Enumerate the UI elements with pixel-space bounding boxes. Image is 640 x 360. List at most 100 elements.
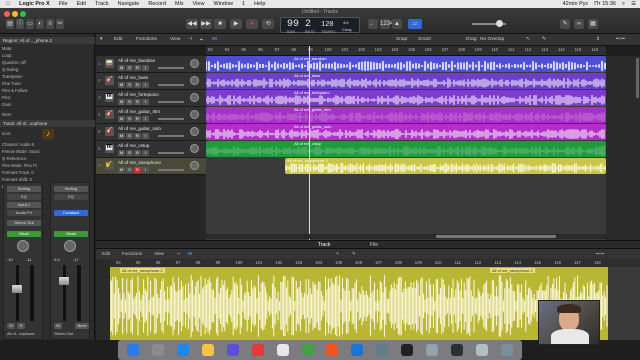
browser-icon[interactable]: ▦: [588, 19, 598, 29]
region-param[interactable]: Gain:: [2, 102, 12, 107]
mute-button[interactable]: M: [118, 150, 125, 156]
pan-knob[interactable]: [64, 240, 76, 252]
empty-arrange-area[interactable]: [206, 175, 606, 240]
region-param[interactable]: Flex:: [2, 95, 11, 100]
menu-list-icon[interactable]: ☰: [631, 1, 636, 7]
solo-button[interactable]: S: [126, 167, 133, 173]
solo-button[interactable]: S: [126, 99, 133, 105]
track-icon[interactable]: 🎷: [105, 161, 114, 170]
audio-region[interactable]: All of me_saxophone.2: [285, 158, 606, 174]
vertical-scroll-area[interactable]: [606, 56, 640, 240]
track-pan-knob[interactable]: [190, 59, 199, 68]
menu-help[interactable]: Help: [254, 1, 265, 7]
input-button[interactable]: Input 1: [7, 202, 41, 208]
cpu-meter[interactable]: ⎍⎍: [408, 19, 422, 29]
finder-icon[interactable]: [127, 344, 140, 356]
playhead[interactable]: [309, 46, 310, 240]
system-preferences-icon[interactable]: [376, 344, 389, 356]
editor-catch-icon[interactable]: ⊣: [176, 251, 180, 257]
record-button[interactable]: ●: [246, 19, 258, 29]
solo-button[interactable]: S: [126, 65, 133, 71]
track-name[interactable]: All of me_bass: [118, 75, 148, 80]
solo-button[interactable]: S: [126, 82, 133, 88]
audio-region[interactable]: All of me_bass: [206, 73, 606, 89]
strip-solo-button[interactable]: S: [17, 323, 25, 329]
horizontal-scrollbar[interactable]: [436, 235, 556, 238]
trash-icon[interactable]: [500, 344, 513, 356]
waveform-zoom-icon[interactable]: ⇕: [596, 37, 600, 42]
track-icon[interactable]: 🎹: [105, 144, 114, 153]
strip-mute-button[interactable]: M: [7, 323, 15, 329]
menu-1[interactable]: 1: [242, 1, 245, 7]
tuner-icon[interactable]: ♩: [368, 19, 378, 29]
mute-button[interactable]: M: [118, 82, 125, 88]
mute-button[interactable]: M: [118, 167, 125, 173]
volume-fader[interactable]: [12, 285, 22, 293]
timeline-ruler[interactable]: 93 94 95 96 97 98 99 100 101 102 103 104 105 106 107 10…: [206, 46, 606, 56]
region-param[interactable]: Quantize: off: [2, 60, 26, 65]
editor-region-label[interactable]: All of me_saxophone.2: [490, 268, 535, 273]
region-param[interactable]: Fine Tune:: [2, 81, 22, 86]
track-volume-slider[interactable]: [158, 135, 184, 137]
track-volume-slider[interactable]: [158, 101, 184, 103]
logic-pro-icon[interactable]: [401, 344, 414, 356]
solo-button[interactable]: S: [126, 150, 133, 156]
saxophone-icon[interactable]: ♪: [42, 129, 54, 139]
app-store-icon[interactable]: [351, 344, 364, 356]
input-monitor-button[interactable]: I: [142, 99, 149, 105]
metronome-icon[interactable]: ▲: [392, 19, 402, 29]
audio-fx-slot[interactable]: Audio FX: [7, 210, 41, 216]
preview-icon[interactable]: [425, 344, 438, 356]
editor-pointer-tool-icon[interactable]: ↖: [336, 251, 340, 257]
play-button[interactable]: ▶: [230, 19, 242, 29]
setting-button[interactable]: Setting: [54, 186, 88, 192]
eq-button[interactable]: EQ: [54, 194, 88, 200]
messages-icon[interactable]: [301, 344, 314, 356]
track-header[interactable]: 6 🎹 All of me_vstup M S R I: [96, 141, 206, 158]
record-enable-button[interactable]: R: [134, 82, 141, 88]
track-name[interactable]: All of me_saxophone: [118, 160, 161, 165]
master-volume-knob[interactable]: [496, 20, 503, 27]
terminal-icon[interactable]: [450, 344, 463, 356]
disclosure-icon[interactable]: ▾: [100, 37, 102, 42]
flex-icon[interactable]: ⋈: [212, 37, 217, 42]
eq-button[interactable]: EQ: [7, 194, 41, 200]
catch-icon[interactable]: ⊣: [188, 37, 192, 42]
apple-menu-icon[interactable]: : [6, 1, 10, 7]
solo-button[interactable]: S: [126, 116, 133, 122]
track-name[interactable]: All of me_guitar_solo: [118, 126, 161, 131]
input-monitor-button[interactable]: I: [142, 167, 149, 173]
notepad-icon[interactable]: ✎: [560, 19, 570, 29]
volume-fader[interactable]: [59, 277, 69, 285]
launchpad-icon[interactable]: [152, 344, 165, 356]
region-param[interactable]: Transpose:: [2, 74, 23, 79]
vertical-scrollbar[interactable]: [636, 58, 639, 98]
input-monitor-button[interactable]: I: [142, 116, 149, 122]
library-icon[interactable]: ▤: [6, 19, 14, 29]
constant-button[interactable]: Constant: [54, 210, 88, 216]
editor-ruler[interactable]: 94 95 96 97 98 99 100 101 102 103 104 105 106 107 108 1…: [110, 259, 640, 267]
input-monitor-button[interactable]: I: [142, 133, 149, 139]
record-enable-button[interactable]: R: [134, 133, 141, 139]
track-pan-knob[interactable]: [190, 110, 199, 119]
editor-flex-icon[interactable]: ⋈: [188, 251, 193, 257]
output-button[interactable]: Stereo Out: [7, 220, 41, 226]
editor-zoom-icon[interactable]: ━○━: [596, 251, 604, 257]
record-enable-button[interactable]: R: [134, 65, 141, 71]
smart-controls-icon[interactable]: ◐: [36, 19, 44, 29]
editor-view-menu[interactable]: View: [154, 251, 164, 256]
mute-button[interactable]: M: [118, 133, 125, 139]
notes-icon[interactable]: [202, 344, 215, 356]
track-param[interactable]: Q-Reference:: [2, 156, 27, 161]
zoom-slider-icon[interactable]: ━○━: [616, 37, 625, 42]
forward-button[interactable]: ▶▶: [200, 19, 212, 29]
audio-region[interactable]: All of me_fortepiano: [206, 90, 606, 106]
automation-icon[interactable]: ⌖: [200, 37, 203, 43]
track-name[interactable]: All of me_vstup: [118, 143, 149, 148]
track-pan-knob[interactable]: [190, 93, 199, 102]
mute-button[interactable]: M: [118, 65, 125, 71]
automation-read-button[interactable]: Read: [54, 231, 88, 237]
input-monitor-button[interactable]: I: [142, 150, 149, 156]
tab-file[interactable]: File: [370, 242, 378, 248]
editor-region-label[interactable]: All of me_saxophone.2: [120, 268, 165, 273]
